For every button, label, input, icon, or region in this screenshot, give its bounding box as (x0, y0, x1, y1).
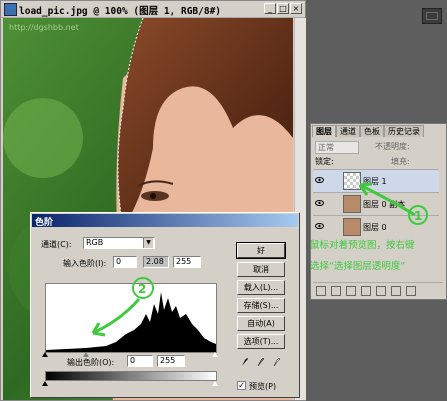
white-output-slider[interactable] (212, 381, 218, 386)
eye-icon[interactable] (315, 176, 324, 184)
auto-button[interactable]: 自动(A) (237, 316, 285, 331)
annotation-arrow-1: 1 (358, 182, 428, 225)
blend-mode-select[interactable]: 正常 (315, 141, 359, 154)
watermark: http://dgshbb.net (9, 23, 79, 32)
new-layer-icon[interactable] (391, 286, 401, 296)
photoshop-icon (4, 3, 17, 16)
link-icon[interactable] (316, 286, 326, 296)
input-black-field[interactable]: 0 (113, 256, 137, 268)
preview-label: 预览(P) (249, 382, 277, 391)
levels-dialog: 色阶 通道(C): RGB ▼ 输入色阶(I): 0 2.08 255 输出色阶(… (30, 212, 300, 398)
channel-select[interactable]: RGB ▼ (83, 237, 155, 249)
tab-history[interactable]: 历史记录 (384, 125, 424, 137)
annotation-line-2: 选择“选择图层透明度” (310, 261, 406, 272)
eye-icon[interactable] (315, 222, 324, 230)
trash-icon[interactable] (406, 286, 416, 296)
output-levels-label: 输出色阶(O): (67, 358, 115, 367)
layers-panel-tabs: 图层 通道 色板 历史记录 (312, 125, 424, 137)
levels-title: 色阶 (35, 218, 54, 228)
black-output-slider[interactable] (42, 381, 48, 386)
preview-checkbox[interactable]: ✓ (237, 381, 246, 390)
input-white-field[interactable]: 255 (173, 256, 201, 268)
cancel-button[interactable]: 取消 (237, 262, 285, 277)
options-button[interactable]: 选项(T)... (237, 334, 285, 349)
black-input-slider[interactable] (42, 352, 48, 357)
tab-swatches[interactable]: 色板 (360, 125, 384, 137)
ok-button[interactable]: 好 (236, 242, 286, 259)
lock-label: 锁定: (315, 157, 334, 166)
minimize-button[interactable]: _ (264, 3, 276, 14)
mask-icon[interactable] (346, 286, 356, 296)
opacity-label: 不透明度: (375, 142, 410, 151)
status-widget (422, 8, 442, 24)
adjustment-icon[interactable] (361, 286, 371, 296)
marker-2: 2 (138, 282, 146, 296)
folder-icon[interactable] (376, 286, 386, 296)
document-title: load_pic.jpg @ 100% (图层 1, RGB/8#) (19, 6, 222, 17)
annotation-line-1: 鼠标对着预览图，按右键 (310, 240, 415, 251)
output-black-field[interactable]: 0 (127, 355, 153, 367)
tab-channels[interactable]: 通道 (336, 125, 360, 137)
annotation-arrow-2: 2 (91, 277, 154, 337)
channel-label: 通道(C): (41, 240, 72, 249)
maximize-button[interactable]: □ (277, 3, 289, 14)
white-input-slider[interactable] (212, 352, 218, 357)
output-white-field[interactable]: 255 (157, 355, 185, 367)
black-eyedropper-icon[interactable] (241, 357, 249, 367)
tab-layers[interactable]: 图层 (312, 125, 336, 137)
marker-1: 1 (414, 209, 422, 223)
document-titlebar[interactable]: load_pic.jpg @ 100% (图层 1, RGB/8#) _ □ × (1, 1, 305, 18)
layer-style-icon[interactable] (331, 286, 341, 296)
input-gamma-field[interactable]: 2.08 (143, 256, 169, 268)
levels-titlebar[interactable]: 色阶 (32, 214, 298, 228)
load-button[interactable]: 载入(L)... (237, 280, 285, 295)
output-gradient (45, 371, 217, 381)
layers-bottom-toolbar (313, 282, 443, 297)
white-eyedropper-icon[interactable] (273, 357, 281, 367)
eye-icon[interactable] (315, 199, 324, 207)
close-button[interactable]: × (290, 3, 302, 14)
save-button[interactable]: 存储(S)... (237, 298, 285, 313)
gray-eyedropper-icon[interactable] (257, 357, 265, 367)
chevron-down-icon[interactable]: ▼ (143, 238, 153, 248)
input-levels-label: 输入色阶(I): (63, 259, 107, 268)
